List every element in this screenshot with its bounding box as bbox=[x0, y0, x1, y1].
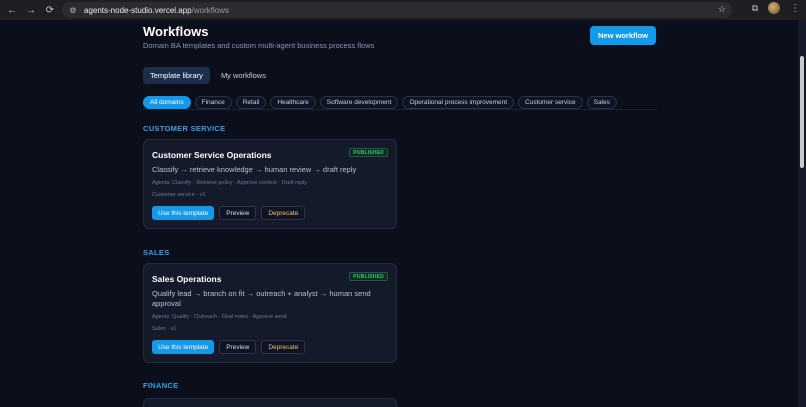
use-template-button[interactable]: Use this template bbox=[152, 206, 215, 220]
card-description: Classify → retrieve knowledge → human re… bbox=[152, 165, 357, 174]
status-badge: PUBLISHED bbox=[349, 272, 388, 281]
template-card-customer-service: Customer Service Operations PUBLISHED Cl… bbox=[143, 139, 397, 229]
section-label-finance: FINANCE bbox=[143, 381, 179, 390]
chip-sales[interactable]: Sales bbox=[586, 96, 617, 109]
template-card-sales: Sales Operations PUBLISHED Qualify lead … bbox=[143, 263, 397, 363]
chip-operational-process-improvement[interactable]: Operational process improvement bbox=[402, 96, 515, 109]
template-card-finance bbox=[143, 398, 397, 407]
use-template-button[interactable]: Use this template bbox=[152, 340, 215, 354]
preview-button[interactable]: Preview bbox=[219, 340, 257, 354]
section-label-customer-service: CUSTOMER SERVICE bbox=[143, 124, 226, 133]
reload-icon[interactable]: ⟳ bbox=[42, 2, 58, 18]
domain-filter: All domains Finance Retail Healthcare So… bbox=[143, 96, 617, 109]
card-meta: Customer service · v1 bbox=[152, 192, 206, 198]
address-bar[interactable]: ⚙ agents-node-studio.vercel.app/workflow… bbox=[62, 2, 732, 18]
chip-retail[interactable]: Retail bbox=[235, 96, 267, 109]
card-description: Qualify lead → branch on fit → outreach … bbox=[152, 289, 371, 308]
site-settings-icon[interactable]: ⚙ bbox=[68, 5, 78, 15]
chip-all-domains[interactable]: All domains bbox=[143, 96, 191, 109]
chip-customer-service[interactable]: Customer service bbox=[518, 96, 583, 109]
browser-actions: ⧉ ⋮ bbox=[752, 2, 800, 14]
url-host: agents-node-studio.vercel.app bbox=[84, 5, 192, 15]
card-actions: Use this template Preview Deprecate bbox=[152, 340, 306, 354]
card-meta: Sales · v1 bbox=[152, 326, 177, 332]
filter-divider bbox=[143, 109, 657, 110]
forward-icon[interactable]: → bbox=[23, 2, 39, 18]
view-tabs: Template library My workflows bbox=[143, 67, 273, 84]
url-text: agents-node-studio.vercel.app/workflows bbox=[84, 6, 229, 15]
profile-avatar[interactable] bbox=[768, 2, 780, 14]
url-path: /workflows bbox=[191, 5, 229, 15]
chip-healthcare[interactable]: Healthcare bbox=[270, 96, 316, 109]
page-subtitle: Domain BA templates and custom multi-age… bbox=[143, 41, 375, 50]
preview-button[interactable]: Preview bbox=[219, 206, 257, 220]
star-icon[interactable]: ☆ bbox=[718, 4, 726, 15]
back-icon[interactable]: ← bbox=[4, 2, 20, 18]
deprecate-button[interactable]: Deprecate bbox=[261, 206, 306, 220]
deprecate-button[interactable]: Deprecate bbox=[261, 340, 306, 354]
browser-toolbar: ← → ⟳ ⚙ agents-node-studio.vercel.app/wo… bbox=[0, 0, 806, 20]
page-title: Workflows bbox=[143, 24, 209, 39]
section-label-sales: SALES bbox=[143, 248, 170, 257]
card-agents: Agents: Qualify · Outreach · Deal notes … bbox=[152, 314, 287, 320]
extensions-icon[interactable]: ⧉ bbox=[752, 3, 758, 14]
chip-software-development[interactable]: Software development bbox=[319, 96, 399, 109]
menu-dots-icon[interactable]: ⋮ bbox=[790, 3, 800, 14]
page-scrollbar[interactable] bbox=[798, 20, 806, 407]
card-title: Customer Service Operations bbox=[152, 150, 272, 160]
scrollbar-thumb[interactable] bbox=[800, 56, 804, 168]
workflows-page: Workflows Domain BA templates and custom… bbox=[0, 20, 806, 407]
card-actions: Use this template Preview Deprecate bbox=[152, 206, 306, 220]
chip-finance[interactable]: Finance bbox=[194, 96, 232, 109]
new-workflow-button[interactable]: New workflow bbox=[590, 26, 656, 45]
card-title: Sales Operations bbox=[152, 274, 222, 284]
tab-my-workflows[interactable]: My workflows bbox=[214, 67, 273, 84]
card-agents: Agents: Classify · Retrieve policy · App… bbox=[152, 180, 307, 186]
tab-template-library[interactable]: Template library bbox=[143, 67, 210, 84]
status-badge: PUBLISHED bbox=[349, 148, 388, 157]
